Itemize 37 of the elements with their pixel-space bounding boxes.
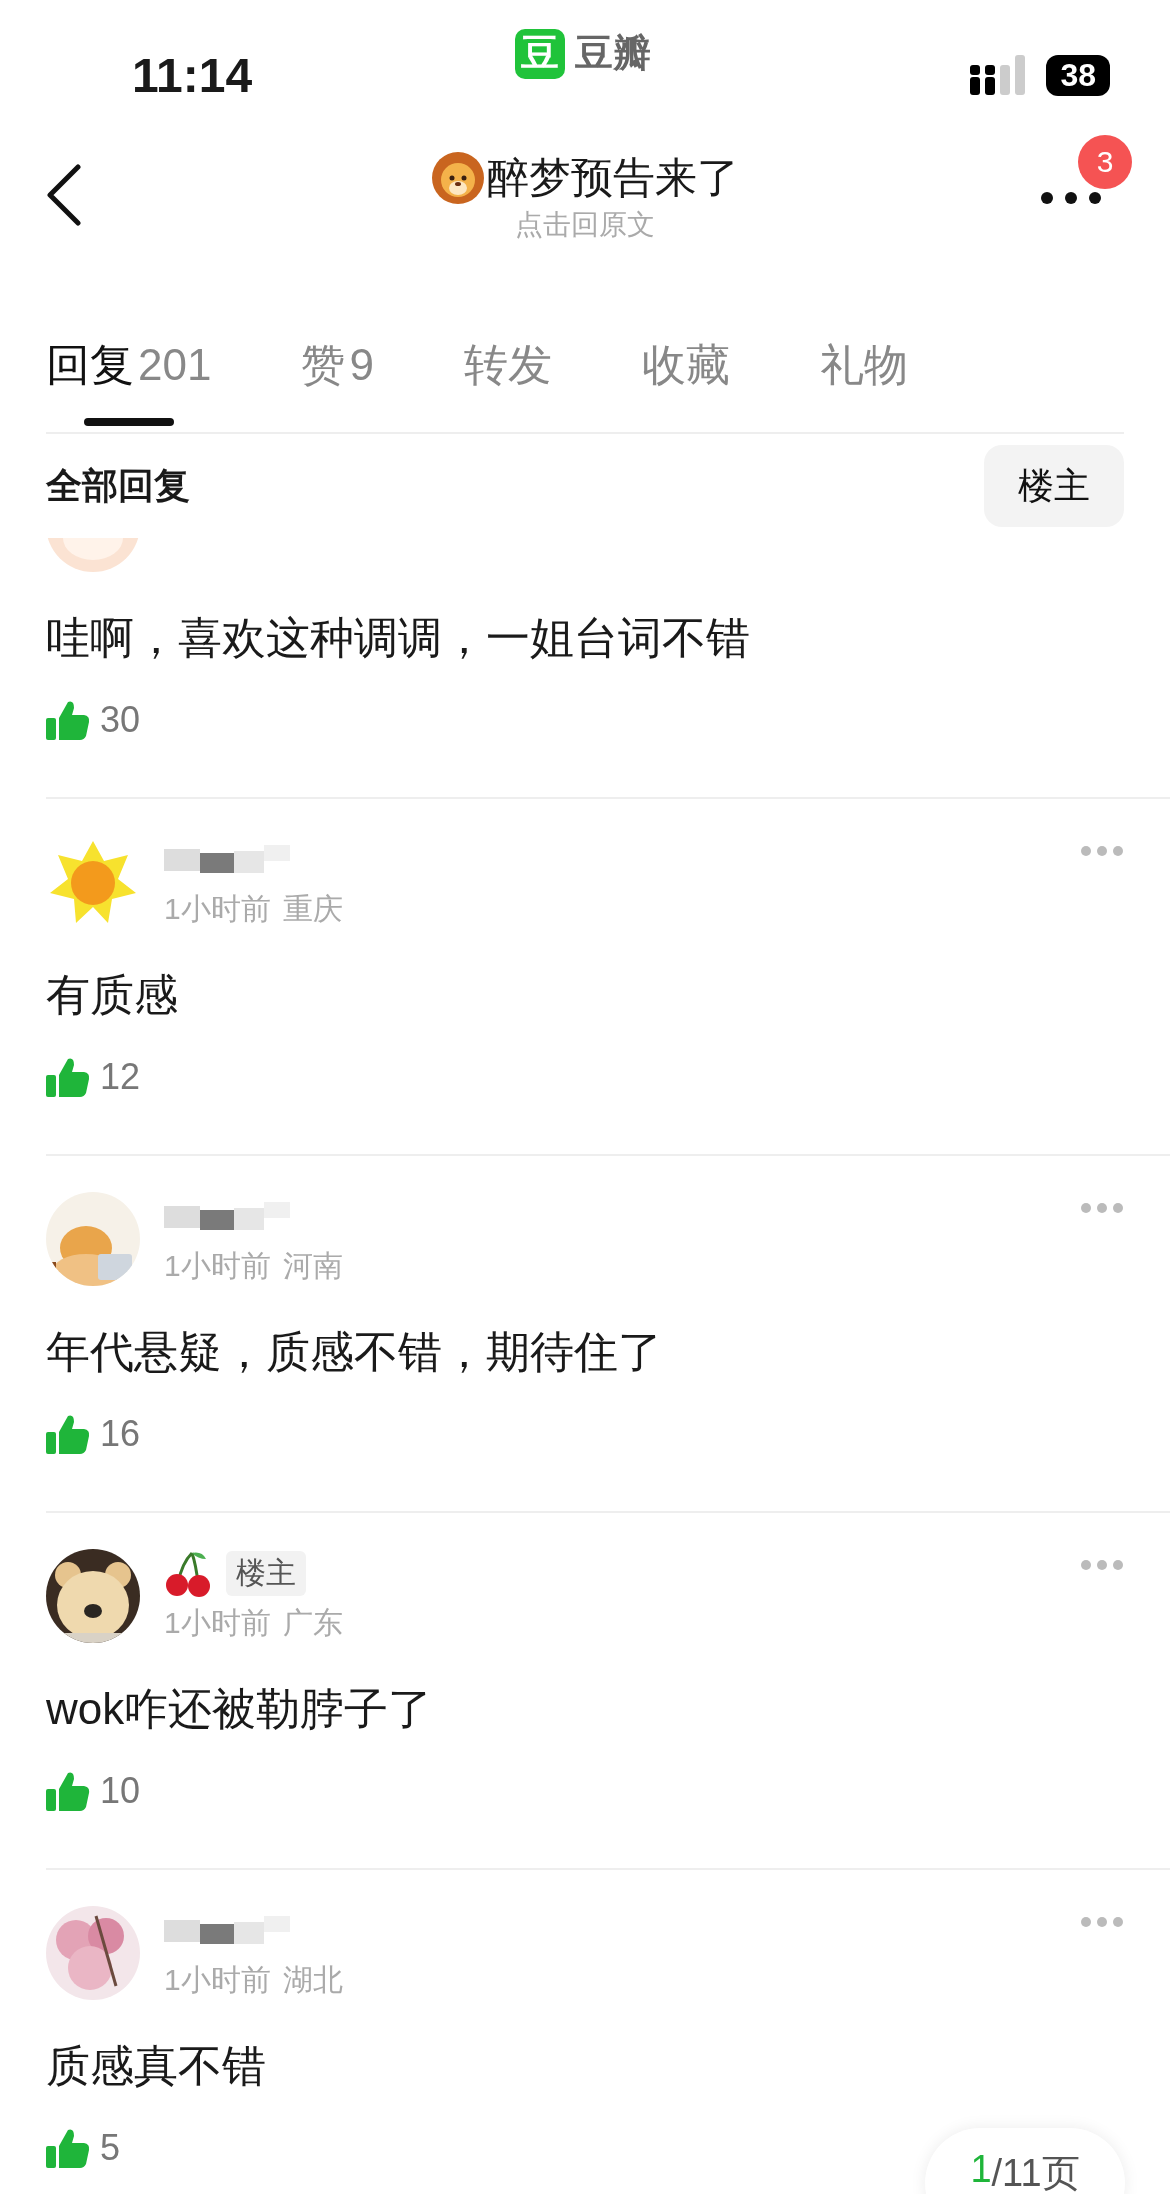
like-count: 30 (100, 699, 141, 741)
battery-indicator: 38 (1046, 54, 1110, 96)
post-time: 1小时前 (164, 1247, 271, 1284)
op-filter-button[interactable]: 楼主 (984, 445, 1124, 527)
tab[interactable]: 转发 (463, 312, 552, 418)
tab[interactable]: 收藏 (641, 312, 730, 418)
section-heading: 全部回复 (46, 463, 190, 508)
comment-text: 哇啊，喜欢这种调调，一姐台词不错 (46, 612, 750, 664)
page-indicator[interactable]: 1/11页 (925, 2128, 1125, 2194)
like-count: 10 (100, 1770, 141, 1812)
app-name: 豆瓣 (575, 31, 651, 76)
location: 河南 (282, 1247, 343, 1284)
tab[interactable]: 赞9 (301, 312, 374, 418)
lion-icon (431, 151, 485, 205)
post-time: 1小时前 (164, 1961, 271, 1998)
comment-text: 质感真不错 (46, 2040, 266, 2092)
comment-text: 有质感 (46, 969, 178, 1021)
post-title[interactable]: 醉梦预告来了 (487, 150, 739, 206)
like-count: 12 (100, 1056, 141, 1098)
location: 湖北 (282, 1961, 343, 1998)
app-logo: 豆 (515, 28, 565, 79)
post-time: 1小时前 (164, 890, 271, 927)
location: 广东 (282, 1604, 343, 1641)
more-icon[interactable] (1040, 191, 1102, 205)
location: 重庆 (282, 890, 343, 927)
op-badge: 楼主 (226, 1551, 306, 1596)
like-count: 16 (100, 1413, 141, 1455)
status-time: 11:14 (132, 47, 254, 103)
comment-text: 年代悬疑，质感不错，期待住了 (46, 1326, 662, 1378)
comment-text: wok咋还被勒脖子了 (46, 1683, 433, 1735)
tab[interactable]: 礼物 (819, 312, 908, 418)
like-count: 5 (100, 2127, 121, 2169)
back-to-post-link[interactable]: 点击回原文 (515, 206, 655, 244)
notification-badge: 3 (1078, 135, 1132, 189)
post-time: 1小时前 (164, 1604, 271, 1641)
tab[interactable]: 回复201 (46, 312, 212, 418)
back-icon[interactable] (46, 164, 82, 226)
